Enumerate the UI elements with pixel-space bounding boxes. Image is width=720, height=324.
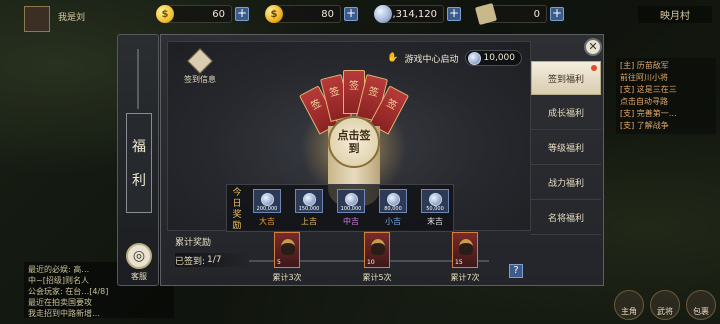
welfare-tab-char: 福 bbox=[132, 139, 146, 155]
milestone-label: 累计5次 bbox=[362, 273, 392, 282]
general-portrait-icon bbox=[459, 239, 473, 255]
reward-tier-label: 小吉 bbox=[385, 217, 401, 226]
tab-growth-welfare[interactable]: 成长福利 bbox=[531, 96, 601, 130]
bag-button[interactable]: 包裹 bbox=[686, 290, 716, 320]
quest-line: [支] 了解战争 bbox=[620, 121, 669, 130]
quest-line: [主] 历苗敌军 bbox=[620, 61, 669, 70]
silver-coin-icon bbox=[261, 193, 274, 206]
quest-line: 前往阿川小将 bbox=[620, 73, 668, 82]
quest-line: 点击自动寻路 bbox=[620, 97, 668, 106]
generals-button[interactable]: 武将 bbox=[650, 290, 680, 320]
right-hud: 映月村 [主] 历苗敌军 前往阿川小将 [支] 这是三在三 点击自动寻路 [支]… bbox=[602, 0, 720, 324]
currency-gold: $ 60 + bbox=[156, 4, 249, 24]
silver-coin-icon bbox=[467, 51, 481, 65]
sign-in-stage: 签到信息 ✋ 游戏中心启动 10,000 签 签 签 签 签 点击签到 今日奖励… bbox=[167, 41, 531, 232]
today-rewards-title: 今日奖励 bbox=[232, 188, 242, 231]
signed-label: 已签到: bbox=[175, 256, 206, 267]
launch-reward: 10,000 bbox=[464, 50, 522, 66]
general-portrait-icon bbox=[371, 239, 385, 255]
add-bound-gold-button[interactable]: + bbox=[344, 7, 358, 21]
game-center-launch[interactable]: ✋ 游戏中心启动 10,000 bbox=[387, 50, 522, 66]
signed-count: 已签到: 1/7 bbox=[175, 253, 252, 267]
reward-amount: 200,000 bbox=[256, 206, 278, 212]
welfare-tab[interactable]: 福 利 bbox=[126, 113, 152, 213]
milestone-reward[interactable]: 15 累计7次 bbox=[445, 232, 485, 283]
currency-silver: 2,314,120 + bbox=[374, 4, 461, 24]
reward-item[interactable]: 100,000 中吉 bbox=[337, 189, 365, 227]
chat-line: 公会玩家: 在台…[4/8] bbox=[28, 287, 109, 296]
tab-general-welfare[interactable]: 名将福利 bbox=[531, 201, 601, 235]
milestone-reward[interactable]: 10 累计5次 bbox=[357, 232, 397, 283]
currency-token: 0 + bbox=[474, 2, 564, 26]
silver-coin-icon bbox=[387, 193, 400, 206]
silver-coin-icon bbox=[345, 193, 358, 206]
add-silver-button[interactable]: + bbox=[447, 7, 461, 21]
tab-sign-in-welfare[interactable]: 签到福利 bbox=[531, 61, 601, 95]
sign-info-button[interactable]: 签到信息 bbox=[180, 48, 220, 85]
close-button[interactable]: ✕ bbox=[584, 38, 602, 56]
quest-line: [支] 这是三在三 bbox=[620, 85, 677, 94]
hand-icon: ✋ bbox=[387, 53, 399, 63]
milestone-count: 10 bbox=[367, 259, 375, 266]
signed-value: 1/7 bbox=[207, 255, 222, 265]
reward-amount: 50,000 bbox=[426, 206, 444, 212]
reward-amount: 80,000 bbox=[384, 206, 402, 212]
reward-tier-label: 上吉 bbox=[301, 217, 317, 226]
reward-item[interactable]: 150,000 上吉 bbox=[295, 189, 323, 227]
tab-power-welfare[interactable]: 战力福利 bbox=[531, 166, 601, 200]
milestone-reward[interactable]: 5 累计3次 bbox=[267, 232, 307, 283]
quest-tracker[interactable]: [主] 历苗敌军 前往阿川小将 [支] 这是三在三 点击自动寻路 [支] 完善第… bbox=[616, 58, 716, 134]
reward-item[interactable]: 50,000 末吉 bbox=[421, 189, 449, 227]
milestone-count: 15 bbox=[455, 259, 463, 266]
tab-level-welfare[interactable]: 等级福利 bbox=[531, 131, 601, 165]
add-gold-button[interactable]: + bbox=[235, 7, 249, 21]
gold-coin-icon: $ bbox=[156, 5, 174, 23]
reward-item[interactable]: 200,000 大吉 bbox=[253, 189, 281, 227]
milestone-label: 累计7次 bbox=[450, 273, 480, 282]
launch-label: 游戏中心启动 bbox=[404, 54, 459, 65]
reward-item[interactable]: 80,000 小吉 bbox=[379, 189, 407, 227]
launch-reward-amount: 10,000 bbox=[483, 53, 516, 63]
welfare-panel: 签到信息 ✋ 游戏中心启动 10,000 签 签 签 签 签 点击签到 今日奖励… bbox=[160, 34, 604, 286]
currency-bound-gold: $ 80 + bbox=[265, 4, 358, 24]
player-avatar[interactable] bbox=[24, 6, 50, 32]
customer-service-button[interactable]: ◎ 客服 bbox=[124, 243, 154, 282]
sign-in-button[interactable]: 点击签到 bbox=[328, 116, 380, 168]
cumulative-title: 累计奖励 bbox=[175, 238, 212, 248]
bound-gold-icon: $ bbox=[265, 5, 283, 23]
welfare-tab-char: 利 bbox=[132, 173, 146, 189]
silver-coin-icon bbox=[374, 5, 392, 23]
reward-tier-label: 中吉 bbox=[343, 217, 359, 226]
reward-tier-label: 末吉 bbox=[427, 217, 443, 226]
scroll-icon bbox=[187, 48, 213, 74]
reward-amount: 150,000 bbox=[298, 206, 320, 212]
player-name: 我是刘 bbox=[58, 13, 86, 23]
map-name[interactable]: 映月村 bbox=[638, 6, 712, 23]
silver-coin-icon bbox=[429, 193, 442, 206]
reward-tier-label: 大吉 bbox=[259, 217, 275, 226]
hero-button[interactable]: 主角 bbox=[614, 290, 644, 320]
chat-line: 我走招到中路新增… bbox=[28, 309, 100, 318]
sign-info-label: 签到信息 bbox=[184, 75, 216, 84]
customer-service-label: 客服 bbox=[131, 272, 147, 281]
general-portrait-icon bbox=[281, 239, 295, 255]
add-token-button[interactable]: + bbox=[550, 7, 564, 21]
chat-line: 最近在拍卖国要攻 bbox=[28, 298, 92, 307]
currency-bar: $ 60 + $ 80 + 2,314,120 + 0 + bbox=[156, 2, 564, 26]
welfare-side-nav: 福 利 ◎ 客服 bbox=[117, 34, 159, 286]
welfare-tabs: 签到福利 成长福利 等级福利 战力福利 名将福利 bbox=[531, 61, 601, 236]
quest-line: [支] 完善第一… bbox=[620, 109, 677, 118]
today-rewards: 今日奖励 200,000 大吉 150,000 上吉 100,000 中吉 80… bbox=[226, 184, 454, 232]
headset-icon: ◎ bbox=[126, 243, 152, 269]
milestone-count: 5 bbox=[277, 259, 281, 266]
help-button[interactable]: ? bbox=[509, 264, 523, 278]
milestone-label: 累计3次 bbox=[272, 273, 302, 282]
reward-amount: 100,000 bbox=[340, 206, 362, 212]
silver-coin-icon bbox=[303, 193, 316, 206]
